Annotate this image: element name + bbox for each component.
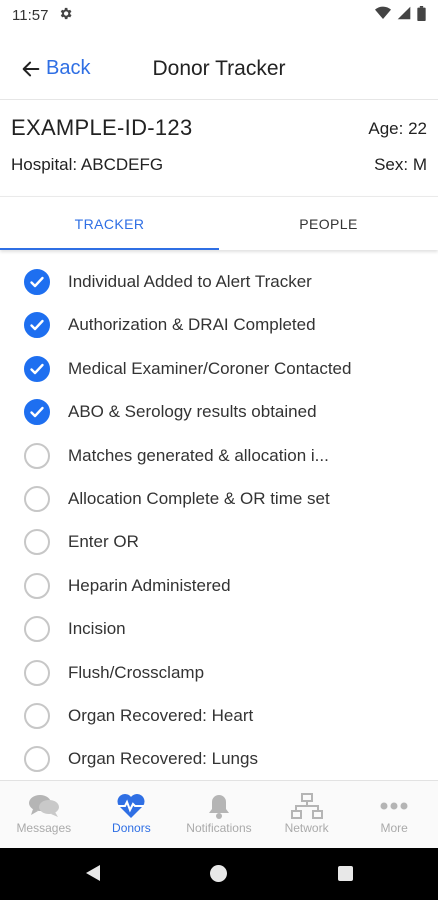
donor-age: Age: 22 <box>368 119 427 138</box>
unchecked-circle-icon[interactable] <box>24 616 50 643</box>
wifi-icon <box>375 6 391 24</box>
checklist-item[interactable]: Organ Recovered: Lungs <box>0 738 438 780</box>
nav-messages[interactable]: Messages <box>0 781 88 848</box>
settings-gear-icon <box>58 6 73 25</box>
checklist-item[interactable]: Heparin Administered <box>0 564 438 607</box>
tracker-checklist: Individual Added to Alert Tracker Authori… <box>0 262 438 780</box>
checklist-item-label: Organ Recovered: Heart <box>68 705 254 725</box>
checklist-item-label: Heparin Administered <box>68 575 231 595</box>
status-time: 11:57 <box>12 6 49 24</box>
donor-info: EXAMPLE-ID-123 Age: 22 Hospital: ABCDEFG… <box>0 101 438 197</box>
checked-circle-icon[interactable] <box>24 312 50 339</box>
checklist-item[interactable]: Individual Added to Alert Tracker <box>0 262 438 304</box>
unchecked-circle-icon[interactable] <box>24 529 50 556</box>
checklist-item-label: Matches generated & allocation i... <box>68 445 329 465</box>
nav-messages-label: Messages <box>16 821 72 835</box>
donor-hospital: Hospital: ABCDEFG <box>11 155 164 174</box>
checklist-item-label: ABO & Serology results obtained <box>68 402 317 422</box>
unchecked-circle-icon[interactable] <box>24 442 50 469</box>
donor-sex: Sex: M <box>374 155 427 174</box>
system-back-icon[interactable] <box>85 864 101 882</box>
nav-network[interactable]: Network <box>263 781 351 848</box>
donor-id: EXAMPLE-ID-123 <box>11 115 193 140</box>
checklist-item-label: Flush/Crossclamp <box>68 662 205 682</box>
checklist-item-label: Organ Recovered: Lungs <box>68 749 258 769</box>
battery-icon <box>417 5 426 25</box>
bell-icon <box>207 791 231 821</box>
signal-icon <box>397 6 411 24</box>
more-icon <box>380 791 408 821</box>
nav-more-label: More <box>380 821 408 835</box>
network-icon <box>290 791 323 821</box>
nav-more[interactable]: More <box>350 781 438 848</box>
checklist-item-label: Enter OR <box>68 532 139 552</box>
unchecked-circle-icon[interactable] <box>24 702 50 729</box>
checklist-item[interactable]: Flush/Crossclamp <box>0 651 438 694</box>
page-title: Donor Tracker <box>152 57 286 80</box>
nav-donors[interactable]: Donors <box>88 781 176 848</box>
unchecked-circle-icon[interactable] <box>24 485 50 512</box>
unchecked-circle-icon[interactable] <box>24 746 50 773</box>
checked-circle-icon[interactable] <box>24 269 50 295</box>
tab-tracker[interactable]: TRACKER <box>0 197 219 250</box>
checked-circle-icon[interactable] <box>24 399 50 426</box>
checklist-item[interactable]: Allocation Complete & OR time set <box>0 477 438 520</box>
status-bar: 11:57 <box>0 0 438 30</box>
tab-people[interactable]: PEOPLE <box>219 197 438 250</box>
nav-notifications-label: Notifications <box>186 821 252 835</box>
bottom-nav: Messages Donors Notifications Network Mo… <box>0 780 438 848</box>
checklist-item[interactable]: ABO & Serology results obtained <box>0 391 438 434</box>
checklist-item[interactable]: Authorization & DRAI Completed <box>0 304 438 347</box>
unchecked-circle-icon[interactable] <box>24 659 50 686</box>
app-header: Back Donor Tracker <box>0 30 438 100</box>
checked-circle-icon[interactable] <box>24 355 50 382</box>
checklist-item-label: Individual Added to Alert Tracker <box>68 272 312 291</box>
checklist-item[interactable]: Medical Examiner/Coroner Contacted <box>0 347 438 390</box>
checklist-item[interactable]: Organ Recovered: Heart <box>0 694 438 737</box>
checklist-item-label: Medical Examiner/Coroner Contacted <box>68 358 352 378</box>
heart-pulse-icon <box>116 791 146 821</box>
system-home-icon[interactable] <box>210 865 227 882</box>
checklist-item[interactable]: Enter OR <box>0 521 438 564</box>
checklist-item-label: Allocation Complete & OR time set <box>68 488 330 508</box>
nav-donors-label: Donors <box>112 821 151 835</box>
unchecked-circle-icon[interactable] <box>24 572 50 599</box>
checklist-item-label: Authorization & DRAI Completed <box>68 315 316 335</box>
system-nav-bar <box>0 848 438 900</box>
messages-icon <box>28 791 60 821</box>
system-recents-icon[interactable] <box>338 866 353 881</box>
nav-network-label: Network <box>284 821 329 835</box>
checklist-item[interactable]: Matches generated & allocation i... <box>0 434 438 477</box>
nav-notifications[interactable]: Notifications <box>175 781 263 848</box>
tab-bar: TRACKER PEOPLE <box>0 196 438 250</box>
checklist-item-label: Incision <box>68 619 126 639</box>
checklist-item[interactable]: Incision <box>0 608 438 651</box>
